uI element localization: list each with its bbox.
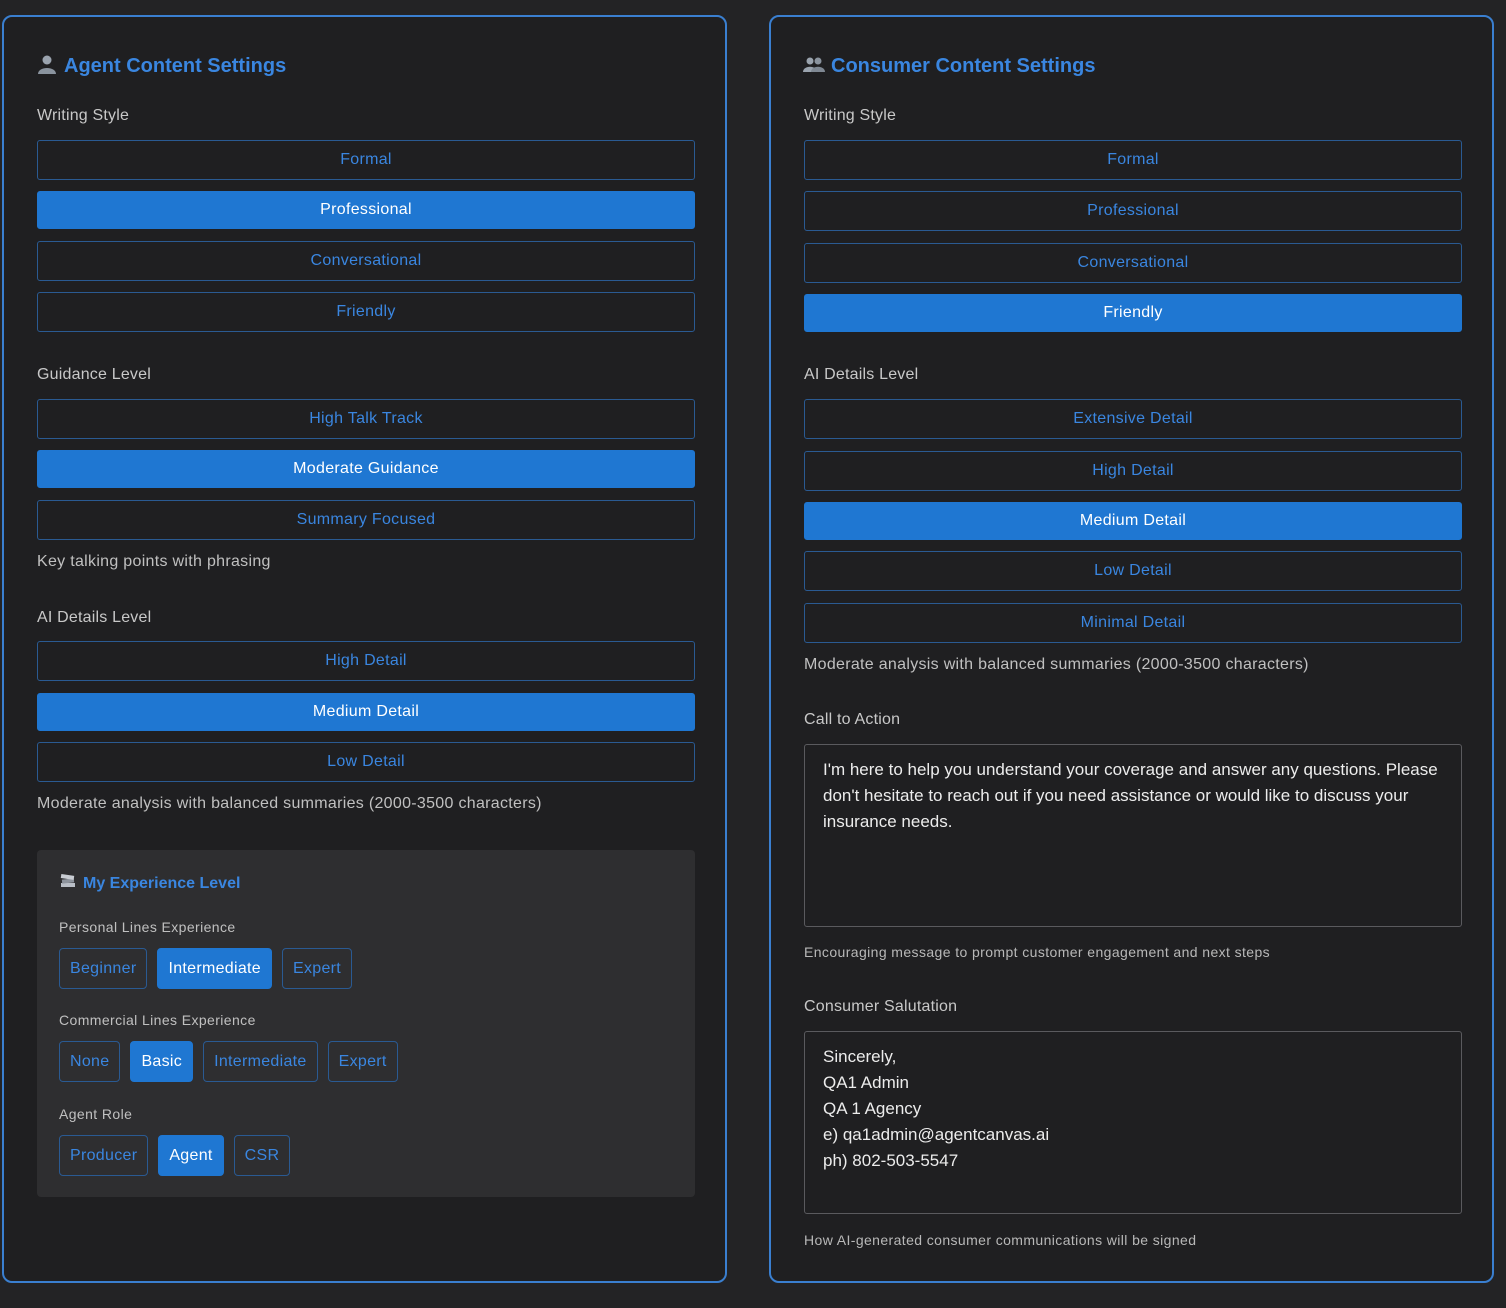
consumer-settings-title-text: Consumer Content Settings xyxy=(831,54,1096,77)
personal-lines-label: Personal Lines Experience xyxy=(59,919,236,935)
personal-lines-option-beginner[interactable]: Beginner xyxy=(59,948,148,989)
commercial-lines-label: Commercial Lines Experience xyxy=(59,1012,256,1028)
commercial-lines-option-none[interactable]: None xyxy=(59,1041,121,1082)
experience-level-title: My Experience Level xyxy=(59,872,240,895)
guidance-option-moderate-guidance[interactable]: Moderate Guidance xyxy=(37,450,695,488)
guidance-level-label: Guidance Level xyxy=(37,366,151,383)
personal-lines-options: Beginner Intermediate Expert xyxy=(59,948,353,989)
agent-writing-style-option-professional[interactable]: Professional xyxy=(37,191,695,229)
consumer-ai-details-option-minimal[interactable]: Minimal Detail xyxy=(804,603,1462,643)
consumer-writing-style-label: Writing Style xyxy=(804,107,897,124)
agent-ai-details-option-high[interactable]: High Detail xyxy=(37,641,695,681)
agent-ai-details-label: AI Details Level xyxy=(37,609,152,626)
agent-content-settings-panel: Agent Content Settings Writing Style For… xyxy=(2,15,727,1283)
personal-lines-option-expert[interactable]: Expert xyxy=(282,948,353,989)
call-to-action-helper: Encouraging message to prompt customer e… xyxy=(804,944,1271,960)
consumer-ai-details-option-extensive[interactable]: Extensive Detail xyxy=(804,399,1462,439)
agent-role-option-csr[interactable]: CSR xyxy=(233,1135,291,1176)
person-silhouette-icon xyxy=(36,54,58,79)
consumer-content-settings-panel: Consumer Content Settings Writing Style … xyxy=(769,15,1494,1283)
agent-role-options: Producer Agent CSR xyxy=(59,1135,291,1176)
agent-writing-style-option-formal[interactable]: Formal xyxy=(37,140,695,180)
consumer-salutation-helper: How AI-generated consumer communications… xyxy=(804,1232,1197,1248)
experience-level-card: My Experience Level Personal Lines Exper… xyxy=(37,850,695,1197)
consumer-salutation-label: Consumer Salutation xyxy=(804,998,958,1015)
call-to-action-textarea[interactable]: I'm here to help you understand your cov… xyxy=(804,744,1462,927)
consumer-settings-title: Consumer Content Settings xyxy=(803,53,1095,79)
consumer-ai-details-option-medium[interactable]: Medium Detail xyxy=(804,502,1462,540)
agent-settings-title: Agent Content Settings xyxy=(36,53,286,79)
consumer-writing-style-option-friendly[interactable]: Friendly xyxy=(804,294,1462,332)
consumer-ai-details-option-high[interactable]: High Detail xyxy=(804,451,1462,491)
agent-role-label: Agent Role xyxy=(59,1106,133,1122)
books-icon xyxy=(59,872,77,895)
people-silhouette-icon xyxy=(803,54,825,79)
agent-ai-details-option-medium[interactable]: Medium Detail xyxy=(37,693,695,731)
consumer-salutation-textarea[interactable]: Sincerely, QA1 Admin QA 1 Agency e) qa1a… xyxy=(804,1031,1462,1214)
consumer-writing-style-option-conversational[interactable]: Conversational xyxy=(804,243,1462,283)
consumer-ai-details-option-low[interactable]: Low Detail xyxy=(804,551,1462,591)
experience-level-title-text: My Experience Level xyxy=(83,874,241,892)
commercial-lines-option-basic[interactable]: Basic xyxy=(130,1041,194,1082)
consumer-writing-style-option-professional[interactable]: Professional xyxy=(804,191,1462,231)
agent-settings-title-text: Agent Content Settings xyxy=(64,54,287,77)
agent-ai-details-option-low[interactable]: Low Detail xyxy=(37,742,695,782)
consumer-ai-details-helper: Moderate analysis with balanced summarie… xyxy=(804,656,1309,673)
guidance-option-summary-focused[interactable]: Summary Focused xyxy=(37,500,695,540)
commercial-lines-options: None Basic Intermediate Expert xyxy=(59,1041,398,1082)
agent-ai-details-helper: Moderate analysis with balanced summarie… xyxy=(37,795,542,812)
consumer-ai-details-label: AI Details Level xyxy=(804,366,919,383)
agent-writing-style-option-friendly[interactable]: Friendly xyxy=(37,292,695,332)
guidance-level-helper: Key talking points with phrasing xyxy=(37,553,271,570)
commercial-lines-option-expert[interactable]: Expert xyxy=(327,1041,398,1082)
agent-writing-style-label: Writing Style xyxy=(37,107,130,124)
agent-role-option-agent[interactable]: Agent xyxy=(158,1135,224,1176)
agent-writing-style-option-conversational[interactable]: Conversational xyxy=(37,241,695,281)
personal-lines-option-intermediate[interactable]: Intermediate xyxy=(157,948,272,989)
guidance-option-high-talk-track[interactable]: High Talk Track xyxy=(37,399,695,439)
agent-role-option-producer[interactable]: Producer xyxy=(59,1135,149,1176)
commercial-lines-option-intermediate[interactable]: Intermediate xyxy=(203,1041,318,1082)
call-to-action-label: Call to Action xyxy=(804,711,901,728)
consumer-writing-style-option-formal[interactable]: Formal xyxy=(804,140,1462,180)
